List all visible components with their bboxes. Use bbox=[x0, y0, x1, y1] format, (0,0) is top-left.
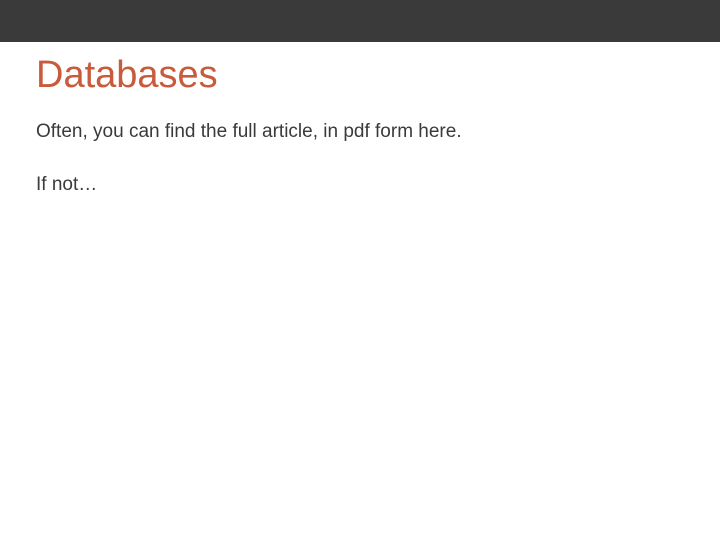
top-bar bbox=[0, 0, 720, 42]
paragraph-2: If not… bbox=[36, 172, 684, 199]
paragraph-1: Often, you can find the full article, in… bbox=[36, 119, 684, 146]
slide-title: Databases bbox=[36, 54, 684, 97]
slide-content: Databases Often, you can find the full a… bbox=[0, 42, 720, 236]
